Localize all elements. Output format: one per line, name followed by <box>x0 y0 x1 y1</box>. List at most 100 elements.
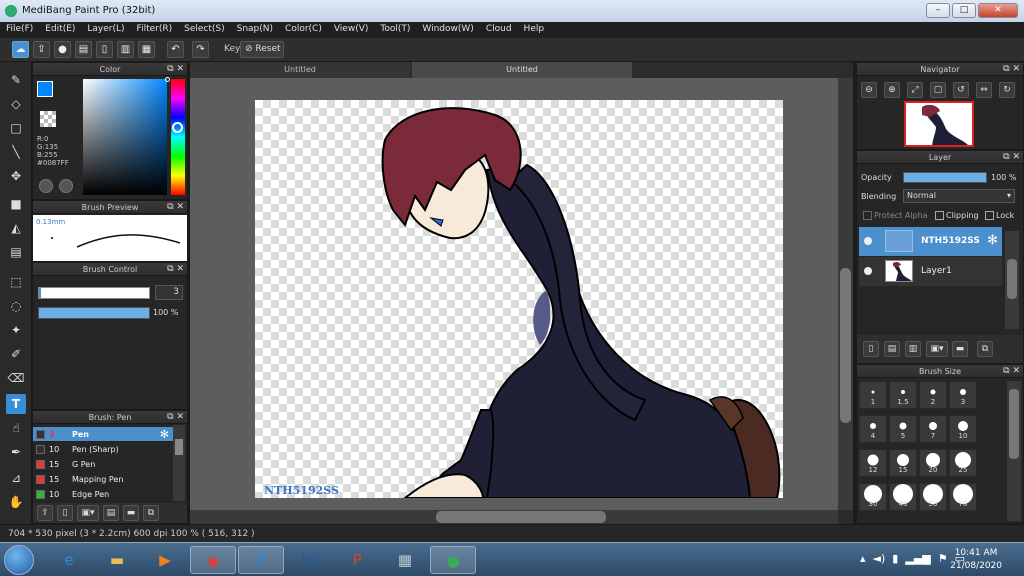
tab-untitled-1[interactable]: Untitled <box>190 62 410 78</box>
layer-list-scroll-thumb[interactable] <box>1007 259 1017 299</box>
operation-tool-icon[interactable]: ☝ <box>6 418 26 438</box>
lock-checkbox[interactable]: Lock <box>985 211 1014 220</box>
brush-item[interactable]: 15 Mapping Pen <box>33 472 173 487</box>
layer-row-layer1[interactable]: Layer1 <box>859 257 1002 286</box>
brush-size-option[interactable]: 12 <box>859 449 887 477</box>
navigator-thumbnail[interactable] <box>904 101 974 147</box>
select-tool-icon[interactable]: ⬚ <box>6 272 26 292</box>
redo-icon[interactable]: ↷ <box>192 41 209 58</box>
calculator-icon[interactable]: ▦ <box>382 546 428 574</box>
gradient-tool-icon[interactable]: ▤ <box>6 242 26 262</box>
add-brush-menu-icon[interactable]: ▣▾ <box>77 505 99 521</box>
hue-slider[interactable] <box>171 79 185 195</box>
line-tool-icon[interactable]: ╲ <box>6 142 26 162</box>
flag-icon[interactable]: ⚑ <box>938 552 948 565</box>
brush-size-option[interactable]: 3 <box>949 381 977 409</box>
divide-tool-icon[interactable]: ⊿ <box>6 468 26 488</box>
post-icon[interactable]: ▤ <box>75 41 92 58</box>
explorer-icon[interactable]: ▬ <box>94 546 140 574</box>
zoom-out-icon[interactable]: ⊖ <box>861 82 877 98</box>
canvas-vertical-scroll-thumb[interactable] <box>840 268 851 423</box>
brush-size-option[interactable]: 7 <box>919 415 947 443</box>
add-layer-menu-icon[interactable]: ▣▾ <box>926 341 948 357</box>
brush-item[interactable]: 10 Pen (Sharp) <box>33 442 173 457</box>
system-clock[interactable]: 10:41 AM 21/08/2020 <box>950 547 1002 573</box>
reset-button[interactable]: ⊘ Reset <box>240 41 284 58</box>
tab-untitled-2[interactable]: Untitled <box>412 62 632 78</box>
brush-list-scrollbar[interactable] <box>173 425 185 501</box>
blending-select[interactable]: Normal ▾ <box>903 189 1015 203</box>
brush-size-option[interactable]: 50 <box>919 483 947 511</box>
clipping-checkbox[interactable]: Clipping <box>935 211 979 220</box>
tray-expand-icon[interactable]: ▴ <box>860 552 866 565</box>
brush-size-option[interactable]: 40 <box>889 483 917 511</box>
panel-close-icon[interactable]: ⧉ ✕ <box>167 63 184 76</box>
layer-list-scrollbar[interactable] <box>1005 231 1019 329</box>
grid-icon[interactable]: ▦ <box>138 41 155 58</box>
brush-size-option[interactable]: 30 <box>859 483 887 511</box>
color-picker-cursor[interactable] <box>165 77 170 82</box>
brush-size-scrollbar[interactable] <box>1007 381 1021 521</box>
brush-item[interactable]: 10 Edge Pen <box>33 487 173 502</box>
close-window-button[interactable]: ✕ <box>978 3 1018 18</box>
brush-size-option[interactable]: 4 <box>859 415 887 443</box>
actual-size-icon[interactable]: ▢ <box>930 82 946 98</box>
menu-edit[interactable]: Edit(E) <box>39 22 81 38</box>
menu-file[interactable]: File(F) <box>0 22 39 38</box>
panel-close-icon[interactable]: ⧉ ✕ <box>1003 63 1020 76</box>
rectangle-tool-icon[interactable]: □ <box>6 118 26 138</box>
duplicate-brush-icon[interactable]: ⧉ <box>143 505 159 521</box>
color-settings-icon[interactable] <box>59 179 73 193</box>
new-brush-icon[interactable]: ▯ <box>57 505 73 521</box>
undo-icon[interactable]: ↶ <box>167 41 184 58</box>
share-icon[interactable]: ⇪ <box>33 41 50 58</box>
media-icon[interactable]: ▶ <box>142 546 188 574</box>
canvas-horizontal-scroll-thumb[interactable] <box>436 511 606 523</box>
brush-size-option[interactable]: 15 <box>889 449 917 477</box>
menu-tool[interactable]: Tool(T) <box>374 22 416 38</box>
brush-size-option[interactable]: 20 <box>919 449 947 477</box>
select-pen-tool-icon[interactable]: ✐ <box>6 344 26 364</box>
brush-item[interactable]: 15 G Pen <box>33 457 173 472</box>
text-tool-icon[interactable]: T <box>6 394 26 414</box>
brush-size-option[interactable]: 5 <box>889 415 917 443</box>
usb-icon[interactable]: ▮ <box>892 552 898 565</box>
brush-size-option[interactable]: 1.5 <box>889 381 917 409</box>
brush-size-option[interactable]: 70 <box>949 483 977 511</box>
protect-alpha-checkbox[interactable]: Protect Alpha <box>863 211 928 220</box>
ie-icon[interactable]: e <box>46 546 92 574</box>
lasso-tool-icon[interactable]: ◌ <box>6 296 26 316</box>
brush-folder-icon[interactable]: ▬ <box>123 505 139 521</box>
layer-settings-gear-icon[interactable]: ✻ <box>987 233 998 248</box>
brush-size-scroll-thumb[interactable] <box>1009 389 1019 459</box>
brush-list-scroll-thumb[interactable] <box>175 439 183 455</box>
magic-wand-tool-icon[interactable]: ✦ <box>6 320 26 340</box>
drawing-canvas[interactable]: NTH5192SS <box>255 100 783 498</box>
menu-snap[interactable]: Snap(N) <box>231 22 279 38</box>
move-tool-icon[interactable]: ✥ <box>6 166 26 186</box>
menu-filter[interactable]: Filter(R) <box>131 22 179 38</box>
visibility-eye-icon[interactable] <box>864 267 872 275</box>
eraser-tool-icon[interactable]: ◇ <box>6 94 26 114</box>
panel-close-icon[interactable]: ⧉ ✕ <box>1003 365 1020 378</box>
transparent-color-swatch[interactable] <box>40 111 56 127</box>
menu-color[interactable]: Color(C) <box>279 22 328 38</box>
page-icon[interactable]: ▯ <box>96 41 113 58</box>
panel-close-icon[interactable]: ⧉ ✕ <box>167 201 184 214</box>
menu-select[interactable]: Select(S) <box>178 22 231 38</box>
brush-size-option[interactable]: 25 <box>949 449 977 477</box>
hue-slider-handle[interactable] <box>172 122 183 133</box>
duplicate-layer-icon[interactable]: ⧉ <box>977 341 993 357</box>
canvas-vertical-scrollbar[interactable] <box>838 78 853 510</box>
rotate-left-icon[interactable]: ↺ <box>953 82 969 98</box>
page-list-icon[interactable]: ▥ <box>117 41 134 58</box>
rotate-reset-icon[interactable]: ↻ <box>999 82 1015 98</box>
fit-window-icon[interactable]: ⤢ <box>907 82 923 98</box>
comment-icon[interactable]: ● <box>54 41 71 58</box>
brush-settings-icon[interactable]: ▤ <box>103 505 119 521</box>
maximize-button[interactable]: □ <box>952 3 976 18</box>
powerpoint-icon[interactable]: P <box>334 546 380 574</box>
panel-close-icon[interactable]: ⧉ ✕ <box>167 411 184 424</box>
menu-help[interactable]: Help <box>518 22 551 38</box>
fill-rect-tool-icon[interactable]: ■ <box>6 194 26 214</box>
